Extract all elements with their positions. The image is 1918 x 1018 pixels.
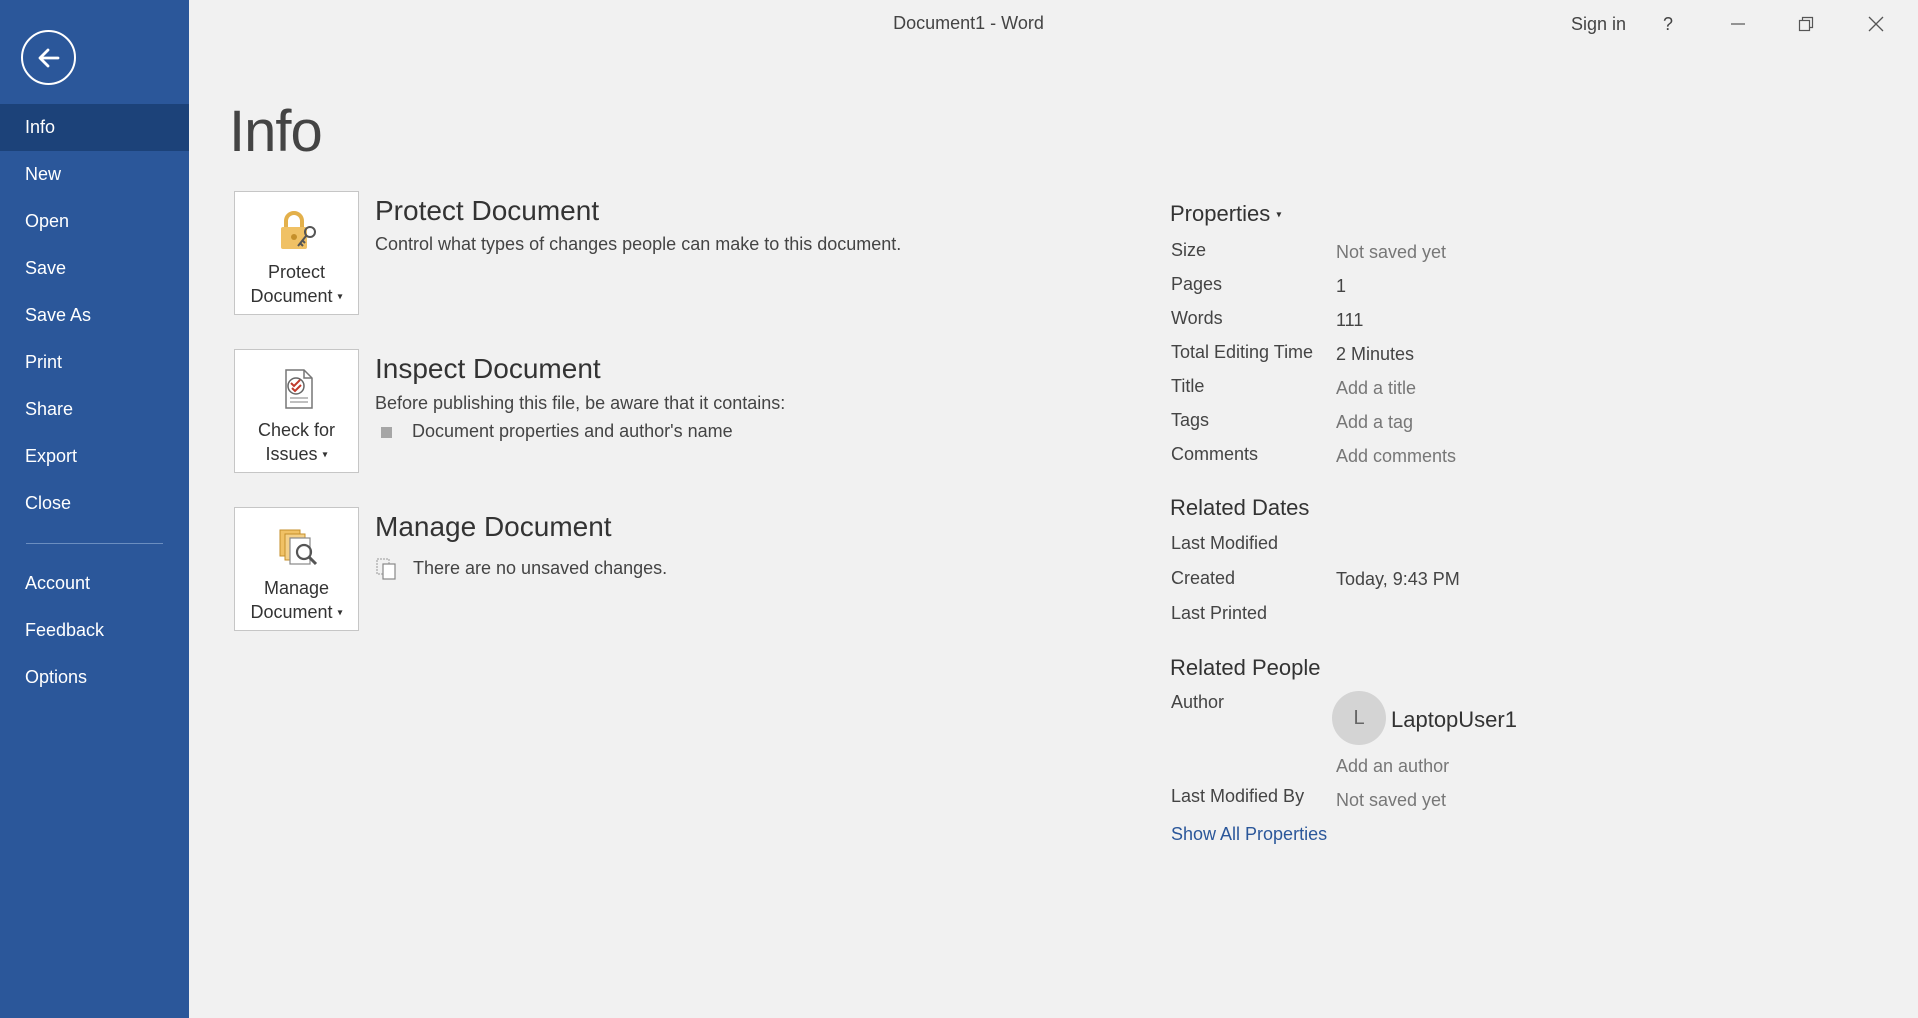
back-button[interactable] [21,30,76,85]
title-input[interactable]: Add a title [1336,378,1416,399]
backstage-sidebar: Info New Open Save Save As Print Share E… [0,0,189,1018]
manage-document-heading: Manage Document [375,511,612,542]
caret-down-icon: ▾ [337,607,343,619]
show-all-properties-link[interactable]: Show All Properties [1171,824,1327,845]
nav-divider [26,543,163,544]
protect-document-button[interactable]: Protect Document ▾ [234,191,359,315]
prop-label-size: Size [1171,240,1207,260]
tags-input[interactable]: Add a tag [1336,412,1413,433]
nav-item-print[interactable]: Print [0,339,189,386]
inspect-document-description: Before publishing this file, be aware th… [375,393,786,413]
protect-label-line1: Protect [267,262,326,282]
caret-down-icon: ▾ [1276,209,1282,221]
prop-value-size: Not saved yet [1336,242,1447,262]
inspect-label-line1: Check for [257,420,336,440]
check-for-issues-label: Check for Issues ▾ [258,418,335,467]
nav-item-new[interactable]: New [0,151,189,198]
protect-document-heading: Protect Document [375,195,600,226]
caret-down-icon: ▾ [322,449,328,461]
protect-document-description: Control what types of changes people can… [375,234,902,254]
nav-item-feedback[interactable]: Feedback [0,607,189,654]
inspect-document-heading: Inspect Document [375,353,601,384]
nav-item-share[interactable]: Share [0,386,189,433]
prop-label-created: Created [1171,568,1236,588]
manage-document-status: There are no unsaved changes. [375,557,667,581]
nav-item-account[interactable]: Account [0,560,189,607]
check-for-issues-button[interactable]: Check for Issues ▾ [234,349,359,473]
manage-document-label: Manage Document ▾ [250,576,342,625]
minimize-button[interactable] [1718,8,1758,40]
prop-label-last-modified: Last Modified [1171,533,1279,553]
restore-button[interactable] [1786,8,1826,40]
restore-icon [1798,16,1814,32]
prop-label-words: Words [1171,308,1223,328]
bullet-square-icon [381,426,392,438]
author-avatar[interactable]: L [1332,691,1386,745]
nav-item-export[interactable]: Export [0,433,189,480]
prop-value-last-modified-by: Not saved yet [1336,790,1447,810]
documents-icon [376,558,396,580]
prop-value-created: Today, 9:43 PM [1336,569,1460,589]
minimize-icon [1731,23,1745,25]
inspect-bullet-item: Document properties and author's name [375,421,733,442]
back-arrow-icon [38,48,59,67]
close-icon [1868,16,1884,32]
nav-item-info[interactable]: Info [0,104,189,151]
help-button[interactable]: ? [1653,8,1683,40]
title-bar: Document1 - Word Sign in ? [189,0,1918,48]
properties-heading: Properties [1170,201,1271,226]
nav-item-open[interactable]: Open [0,198,189,245]
close-window-button[interactable] [1856,8,1896,40]
page-title: Info [229,99,323,164]
prop-value-editing-time: 2 Minutes [1336,344,1415,364]
inspect-label-line2: Issues [265,444,318,464]
inspect-bullet-text: Document properties and author's name [412,421,733,441]
prop-label-editing-time: Total Editing Time [1171,342,1314,362]
manage-document-description: There are no unsaved changes. [413,557,668,578]
manage-document-button[interactable]: Manage Document ▾ [234,507,359,631]
nav-item-save[interactable]: Save [0,245,189,292]
protect-document-label: Protect Document ▾ [250,260,342,309]
prop-value-words: 111 [1336,310,1364,330]
related-dates-heading: Related Dates [1170,495,1310,520]
manage-label-line1: Manage [263,578,330,598]
nav-item-save-as[interactable]: Save As [0,292,189,339]
prop-value-pages: 1 [1336,276,1347,296]
prop-label-author: Author [1171,692,1225,712]
manage-label-line2: Document [250,602,333,622]
protect-label-line2: Document [250,286,333,306]
nav-item-close[interactable]: Close [0,480,189,527]
properties-dropdown[interactable]: Properties ▾ [1170,201,1281,227]
backstage-nav: Info New Open Save Save As Print Share E… [0,104,189,701]
author-name[interactable]: LaptopUser1 [1391,707,1517,733]
caret-down-icon: ▾ [337,291,343,303]
prop-label-last-printed: Last Printed [1171,603,1268,623]
checklist-icon [284,369,313,409]
prop-label-pages: Pages [1171,274,1223,294]
add-author-input[interactable]: Add an author [1336,756,1449,777]
prop-label-title: Title [1171,376,1205,396]
prop-label-tags: Tags [1171,410,1210,430]
related-people-heading: Related People [1170,655,1321,680]
lock-key-icon [280,211,316,249]
sign-in-link[interactable]: Sign in [1571,8,1626,40]
prop-label-comments: Comments [1171,444,1259,464]
comments-input[interactable]: Add comments [1336,446,1456,467]
manage-document-icon [279,529,317,566]
prop-label-last-modified-by: Last Modified By [1171,786,1305,806]
nav-item-options[interactable]: Options [0,654,189,701]
